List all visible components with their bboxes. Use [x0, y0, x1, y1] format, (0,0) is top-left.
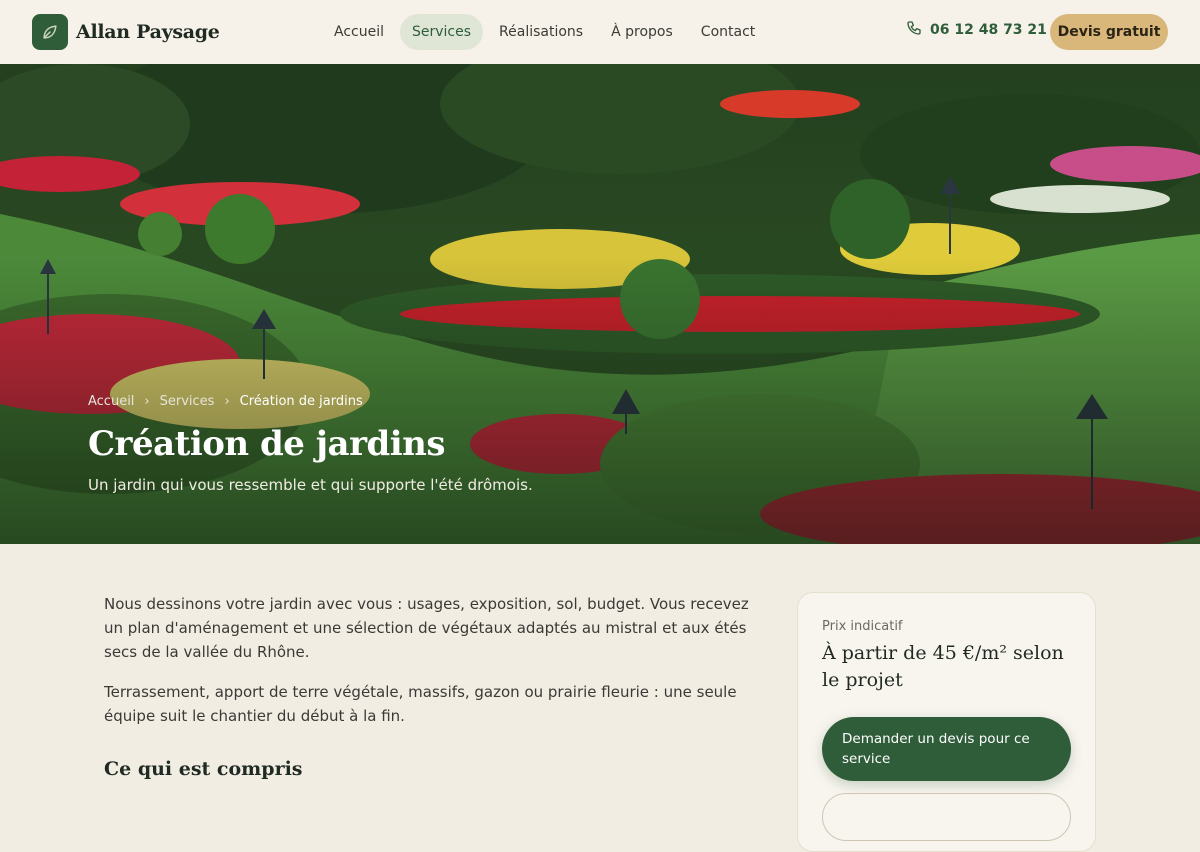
breadcrumb-current: Création de jardins [239, 394, 363, 409]
price-value: À partir de 45 €/m² selon le projet [822, 642, 1064, 691]
request-quote-button[interactable]: Demander un devis pour ce service [822, 717, 1071, 781]
breadcrumb-accueil[interactable]: Accueil [88, 394, 134, 409]
brand-name: Allan Paysage [76, 21, 220, 43]
service-description: Nous dessinons votre jardin avec vous : … [104, 592, 754, 780]
free-quote-button[interactable]: Devis gratuit [1050, 14, 1168, 50]
brand[interactable]: Allan Paysage [32, 14, 220, 50]
page-subtitle: Un jardin qui vous ressemble et qui supp… [88, 476, 533, 494]
main-nav: Accueil Services Réalisations À propos C… [322, 14, 767, 50]
price-card: Prix indicatif À partir de 45 €/m² selon… [797, 592, 1096, 852]
phone-number: 06 12 48 73 21 [930, 22, 1047, 38]
chevron-right-icon: › [224, 394, 230, 409]
page-title: Création de jardins [88, 424, 446, 464]
nav-item-realisations[interactable]: Réalisations [487, 14, 595, 50]
intro-paragraph: Nous dessinons votre jardin avec vous : … [104, 595, 749, 661]
price-label: Prix indicatif [822, 619, 903, 634]
included-heading: Ce qui est compris [104, 758, 303, 780]
nav-item-contact[interactable]: Contact [689, 14, 767, 50]
nav-item-services[interactable]: Services [400, 14, 484, 50]
breadcrumb: Accueil › Services › Création de jardins [88, 394, 363, 409]
phone-link[interactable]: 06 12 48 73 21 [906, 20, 1047, 40]
hero-overlay [0, 64, 1200, 544]
scope-paragraph: Terrassement, apport de terre végétale, … [104, 683, 737, 725]
site-header: Allan Paysage Accueil Services Réalisati… [0, 0, 1200, 64]
secondary-button[interactable] [822, 793, 1071, 841]
hero-banner: Accueil › Services › Création de jardins… [0, 64, 1200, 544]
breadcrumb-services[interactable]: Services [160, 394, 215, 409]
nav-item-accueil[interactable]: Accueil [322, 14, 396, 50]
phone-icon [906, 20, 922, 40]
chevron-right-icon: › [144, 394, 150, 409]
nav-item-a-propos[interactable]: À propos [599, 14, 685, 50]
leaf-icon [32, 14, 68, 50]
